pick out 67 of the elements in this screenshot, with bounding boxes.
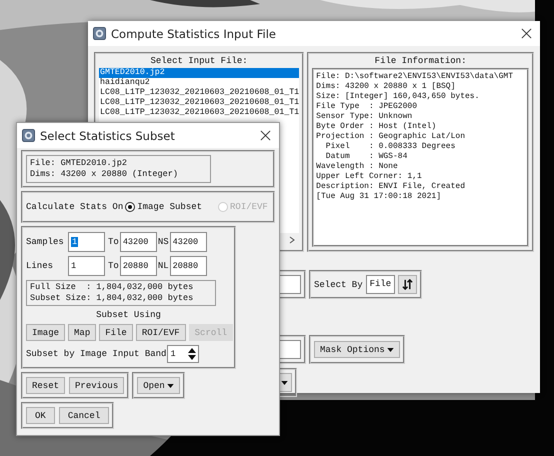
info-line: [Tue Aug 31 17:00:18 2021] xyxy=(316,192,442,202)
file-list-item[interactable]: LC08_L1TP_123032_20210603_20210608_01_T1 xyxy=(99,88,300,98)
panel-heading: File Information: xyxy=(374,55,468,67)
scroll-right-icon[interactable] xyxy=(289,236,296,244)
dialog-button[interactable]: Cancel xyxy=(58,407,110,424)
open-button[interactable]: Open xyxy=(137,377,180,394)
subset-button[interactable]: ROI/EVF xyxy=(136,324,186,341)
info-line: Wavelength : None xyxy=(316,162,399,172)
select-by-label: Select By xyxy=(314,280,363,290)
info-line: File Type : JPEG2000 xyxy=(316,102,418,112)
count-label: NL xyxy=(158,261,169,271)
caret-icon xyxy=(281,380,288,384)
size-line: Subset Size: 1,804,032,000 bytes xyxy=(30,293,194,304)
to-field[interactable]: 43200 xyxy=(120,232,157,252)
radio-option[interactable]: Image Subset xyxy=(125,202,202,212)
from-field[interactable]: 1 xyxy=(68,256,105,276)
to-label: To xyxy=(108,237,119,247)
action-button[interactable]: Previous xyxy=(69,377,124,394)
range-label: Samples xyxy=(26,237,65,247)
file-info-line: File: GMTED2010.jp2 xyxy=(30,158,128,169)
calculate-label: Calculate Stats On xyxy=(26,202,124,212)
file-list-item[interactable]: haidianqu2 xyxy=(99,78,300,88)
band-spinner[interactable]: 1 xyxy=(167,345,200,363)
info-line: Size: [Integer] 160,043,650 bytes. xyxy=(316,92,480,102)
window-title: Compute Statistics Input File xyxy=(111,26,277,40)
to-field[interactable]: 20880 xyxy=(120,256,157,276)
info-line: Datum : WGS-84 xyxy=(324,152,408,162)
count-field[interactable]: 43200 xyxy=(170,232,207,252)
info-line: File: D:\software2\ENVI53\ENVI53\data\GMT xyxy=(316,72,514,82)
count-label: NS xyxy=(158,237,169,247)
app-icon xyxy=(93,27,106,40)
close-icon[interactable] xyxy=(260,130,271,141)
sort-icon xyxy=(402,279,414,290)
subset-button[interactable]: File xyxy=(99,324,133,341)
select-by-field[interactable]: File xyxy=(366,275,396,294)
file-list-item[interactable]: GMTED2010.jp2 xyxy=(99,68,300,78)
subset-button[interactable]: Map xyxy=(68,324,96,341)
panel-heading: Select Input File: xyxy=(149,55,249,67)
from-field[interactable]: 1 xyxy=(68,232,105,252)
radio-icon[interactable] xyxy=(125,202,136,212)
caret-icon xyxy=(166,384,174,388)
dialog-button[interactable]: OK xyxy=(26,407,55,424)
sort-button[interactable] xyxy=(398,275,418,294)
info-line: Pixel : 0.008333 Degrees xyxy=(324,142,456,152)
dialog-title: Select Statistics Subset xyxy=(40,128,176,142)
range-label: Lines xyxy=(26,261,54,271)
info-line: Description: ENVI File, Created xyxy=(316,182,466,192)
info-line: Dims: 43200 x 20880 x 1 [BSQ] xyxy=(316,82,456,92)
count-field[interactable]: 20880 xyxy=(170,256,207,276)
app-icon xyxy=(22,129,35,142)
info-line: Projection : Geographic Lat/Lon xyxy=(316,132,466,142)
action-button[interactable]: Reset xyxy=(26,377,66,394)
caret-icon xyxy=(386,348,394,352)
to-label: To xyxy=(108,261,119,271)
mask-options-button[interactable]: Mask Options xyxy=(314,341,400,358)
file-list-item[interactable]: LC08_L1TP_123032_20210603_20210608_01_T1 xyxy=(99,98,300,108)
info-line: Upper Left Corner: 1,1 xyxy=(316,172,423,182)
spinner-arrows-icon[interactable] xyxy=(188,348,196,360)
subset-using-heading: Subset Using xyxy=(95,310,162,320)
info-line: Sensor Type: Unknown xyxy=(316,112,414,122)
info-line: Byte Order : Host (Intel) xyxy=(316,122,438,132)
file-list-item[interactable]: LC08_L1TP_123032_20210603_20210608_01_T1 xyxy=(99,108,300,118)
size-line: Full Size : 1,804,032,000 bytes xyxy=(30,282,194,293)
band-label: Subset by Image Input Band xyxy=(26,349,166,359)
file-info-line: Dims: 43200 x 20880 (Integer) xyxy=(30,169,179,180)
subset-button[interactable]: Image xyxy=(26,324,66,341)
close-icon[interactable] xyxy=(521,28,532,39)
